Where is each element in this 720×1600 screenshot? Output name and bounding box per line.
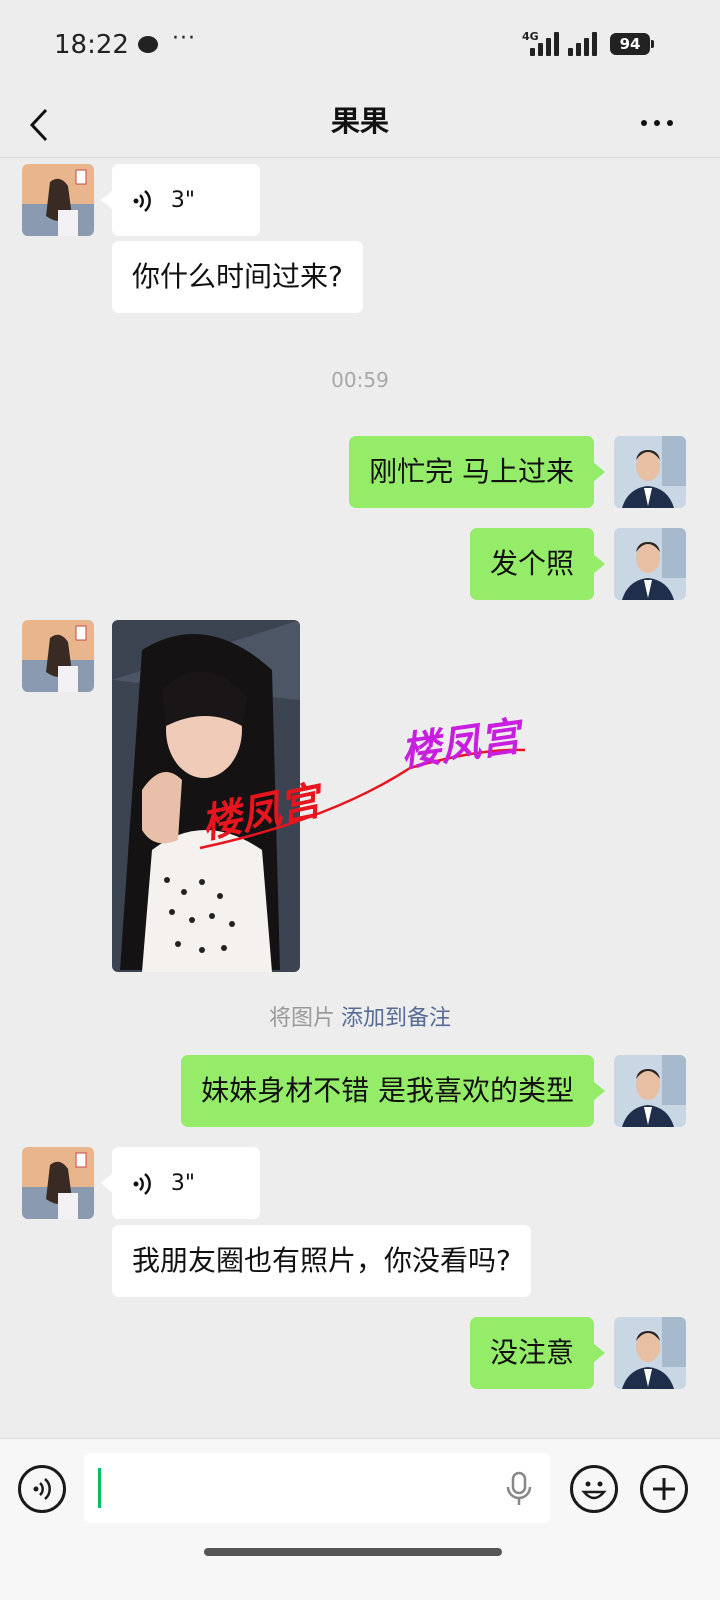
signal-strength-icon-2 xyxy=(568,32,598,56)
message-timestamp: 00:59 xyxy=(331,368,389,392)
plus-button[interactable] xyxy=(640,1465,688,1513)
message-input[interactable] xyxy=(84,1453,550,1523)
emoji-icon xyxy=(581,1481,607,1500)
incoming-text-message[interactable]: 我朋友圈也有照片，你没看吗? xyxy=(112,1225,531,1297)
voice-wave-icon xyxy=(133,190,151,212)
voice-mode-button[interactable] xyxy=(18,1465,66,1513)
outgoing-text-message[interactable]: 妹妹身材不错 是我喜欢的类型 xyxy=(181,1055,605,1127)
more-options-button[interactable] xyxy=(640,108,690,138)
voice-icon xyxy=(33,1478,51,1500)
outgoing-text-message[interactable]: 刚忙完 马上过来 xyxy=(349,436,605,508)
voice-duration: 3" xyxy=(170,188,196,213)
my-avatar[interactable] xyxy=(614,1055,686,1127)
signal-strength-icon xyxy=(530,32,560,56)
microphone-icon[interactable] xyxy=(504,1471,534,1507)
text-caret xyxy=(98,1468,101,1508)
plus-icon xyxy=(653,1478,675,1500)
my-avatar[interactable] xyxy=(614,528,686,600)
image-note-hint: 将图片 添加到备注 xyxy=(0,1000,720,1032)
message-notification-icon xyxy=(138,36,158,53)
input-bar xyxy=(0,1438,720,1600)
note-prefix: 将图片 xyxy=(268,1006,335,1031)
outgoing-text-message[interactable]: 没注意 xyxy=(469,1317,606,1389)
voice-message-bubble[interactable]: 3" xyxy=(101,164,260,236)
status-bar: 18:22 ··· 4G 94 xyxy=(0,0,720,88)
chat-title: 果果 xyxy=(330,104,389,138)
emoji-button[interactable] xyxy=(570,1465,618,1513)
incoming-text-message[interactable]: 你什么时间过来? xyxy=(112,241,363,313)
battery-tip xyxy=(651,40,654,48)
voice-wave-icon xyxy=(133,1173,151,1195)
voice-message-bubble[interactable]: 3" xyxy=(101,1147,260,1219)
contact-avatar[interactable] xyxy=(22,620,94,692)
contact-avatar[interactable] xyxy=(22,164,94,236)
my-avatar[interactable] xyxy=(614,1317,686,1389)
add-to-remark-link[interactable]: 添加到备注 xyxy=(341,1006,451,1031)
my-avatar[interactable] xyxy=(614,436,686,508)
contact-avatar[interactable] xyxy=(22,1147,94,1219)
battery-level: 94 xyxy=(610,33,650,55)
more-dots-icon xyxy=(641,120,647,126)
home-indicator[interactable] xyxy=(204,1548,502,1556)
voice-duration: 3" xyxy=(170,1171,196,1196)
status-time: 18:22 xyxy=(54,30,129,60)
status-more-notifications: ··· xyxy=(172,26,196,51)
chat-header: 果果 xyxy=(0,88,720,158)
outgoing-text-message[interactable]: 发个照 xyxy=(469,528,606,600)
